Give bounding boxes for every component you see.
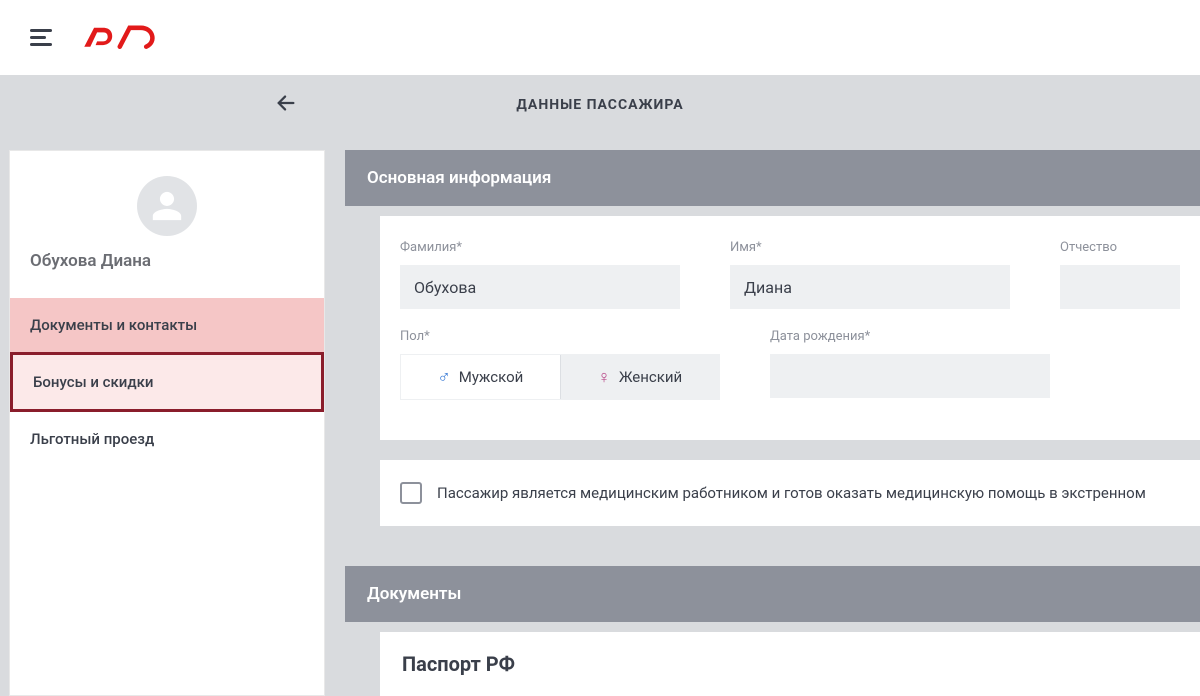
passport-card-title: Паспорт РФ	[380, 632, 1200, 696]
medical-checkbox-label: Пассажир является медицинским работником…	[437, 484, 1146, 502]
sidebar-item-bonuses[interactable]: Бонусы и скидки	[10, 352, 324, 412]
avatar	[137, 176, 197, 236]
gender-male-button[interactable]: ♂ Мужской	[401, 355, 561, 399]
first-name-input[interactable]	[730, 265, 1010, 309]
sidebar-item-benefits[interactable]: Льготный проезд	[10, 412, 324, 466]
gender-label: Пол*	[400, 329, 720, 344]
birth-date-input[interactable]	[770, 354, 1050, 398]
last-name-input[interactable]	[400, 265, 680, 309]
gender-female-button[interactable]: ♀ Женский	[561, 355, 720, 399]
middle-name-input[interactable]	[1060, 265, 1180, 309]
birth-date-label: Дата рождения*	[770, 329, 1050, 344]
passenger-name: Обухова Диана	[10, 251, 171, 271]
gender-female-label: Женский	[619, 368, 682, 386]
sidebar: Обухова Диана Документы и контакты Бонус…	[9, 150, 325, 696]
section-header-documents: Документы	[345, 566, 1200, 622]
main-info-form: Фамилия* Имя* Отчество Пол* ♂	[380, 216, 1200, 440]
menu-icon[interactable]	[30, 29, 52, 46]
sub-header: ДАННЫЕ ПАССАЖИРА	[0, 75, 1200, 135]
medical-checkbox[interactable]	[400, 482, 422, 504]
section-header-main-info: Основная информация	[345, 150, 1200, 206]
gender-male-label: Мужской	[459, 368, 524, 386]
gender-toggle: ♂ Мужской ♀ Женский	[400, 354, 720, 400]
first-name-label: Имя*	[730, 240, 1010, 255]
male-icon: ♂	[437, 367, 451, 388]
rzd-logo[interactable]	[82, 21, 173, 55]
sidebar-nav: Документы и контакты Бонусы и скидки Льг…	[10, 298, 324, 466]
medical-checkbox-row: Пассажир является медицинским работником…	[380, 460, 1200, 526]
middle-name-label: Отчество	[1060, 240, 1180, 255]
last-name-label: Фамилия*	[400, 240, 680, 255]
page-title: ДАННЫЕ ПАССАЖИРА	[30, 97, 1170, 113]
main-column: Основная информация Фамилия* Имя* Отчест…	[345, 150, 1200, 696]
back-arrow-icon[interactable]	[275, 92, 297, 118]
sidebar-item-documents-contacts[interactable]: Документы и контакты	[10, 298, 324, 352]
top-bar	[0, 0, 1200, 75]
female-icon: ♀	[597, 367, 611, 388]
